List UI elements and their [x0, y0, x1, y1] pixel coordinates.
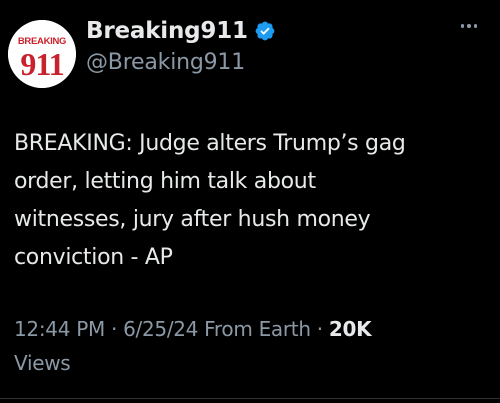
meta-separator: · [316, 317, 323, 341]
tweet: BREAKING 911 Breaking911 @Breaking911 BR… [0, 0, 500, 403]
display-name[interactable]: Breaking911 [86, 18, 248, 44]
author-name-row[interactable]: Breaking911 [86, 14, 276, 48]
avatar[interactable]: BREAKING 911 [8, 20, 76, 88]
tweet-meta: 12:44 PM · 6/25/24 From Earth · 20K View… [14, 312, 490, 380]
verified-badge-icon[interactable] [254, 20, 276, 42]
more-options-icon[interactable] [454, 14, 484, 38]
views-label[interactable]: Views [14, 351, 71, 375]
tweet-text: BREAKING: Judge alters Trump’s gag order… [14, 131, 406, 270]
views-count[interactable]: 20K [329, 317, 372, 341]
tweet-time[interactable]: 12:44 PM [14, 317, 105, 341]
avatar-logo: BREAKING 911 [8, 20, 76, 88]
divider [0, 398, 500, 399]
author-handle[interactable]: @Breaking911 [86, 50, 245, 75]
tweet-source: From Earth [204, 317, 311, 341]
tweet-date[interactable]: 6/25/24 [123, 317, 198, 341]
meta-separator: · [110, 317, 118, 341]
avatar-number-text: 911 [20, 46, 63, 82]
